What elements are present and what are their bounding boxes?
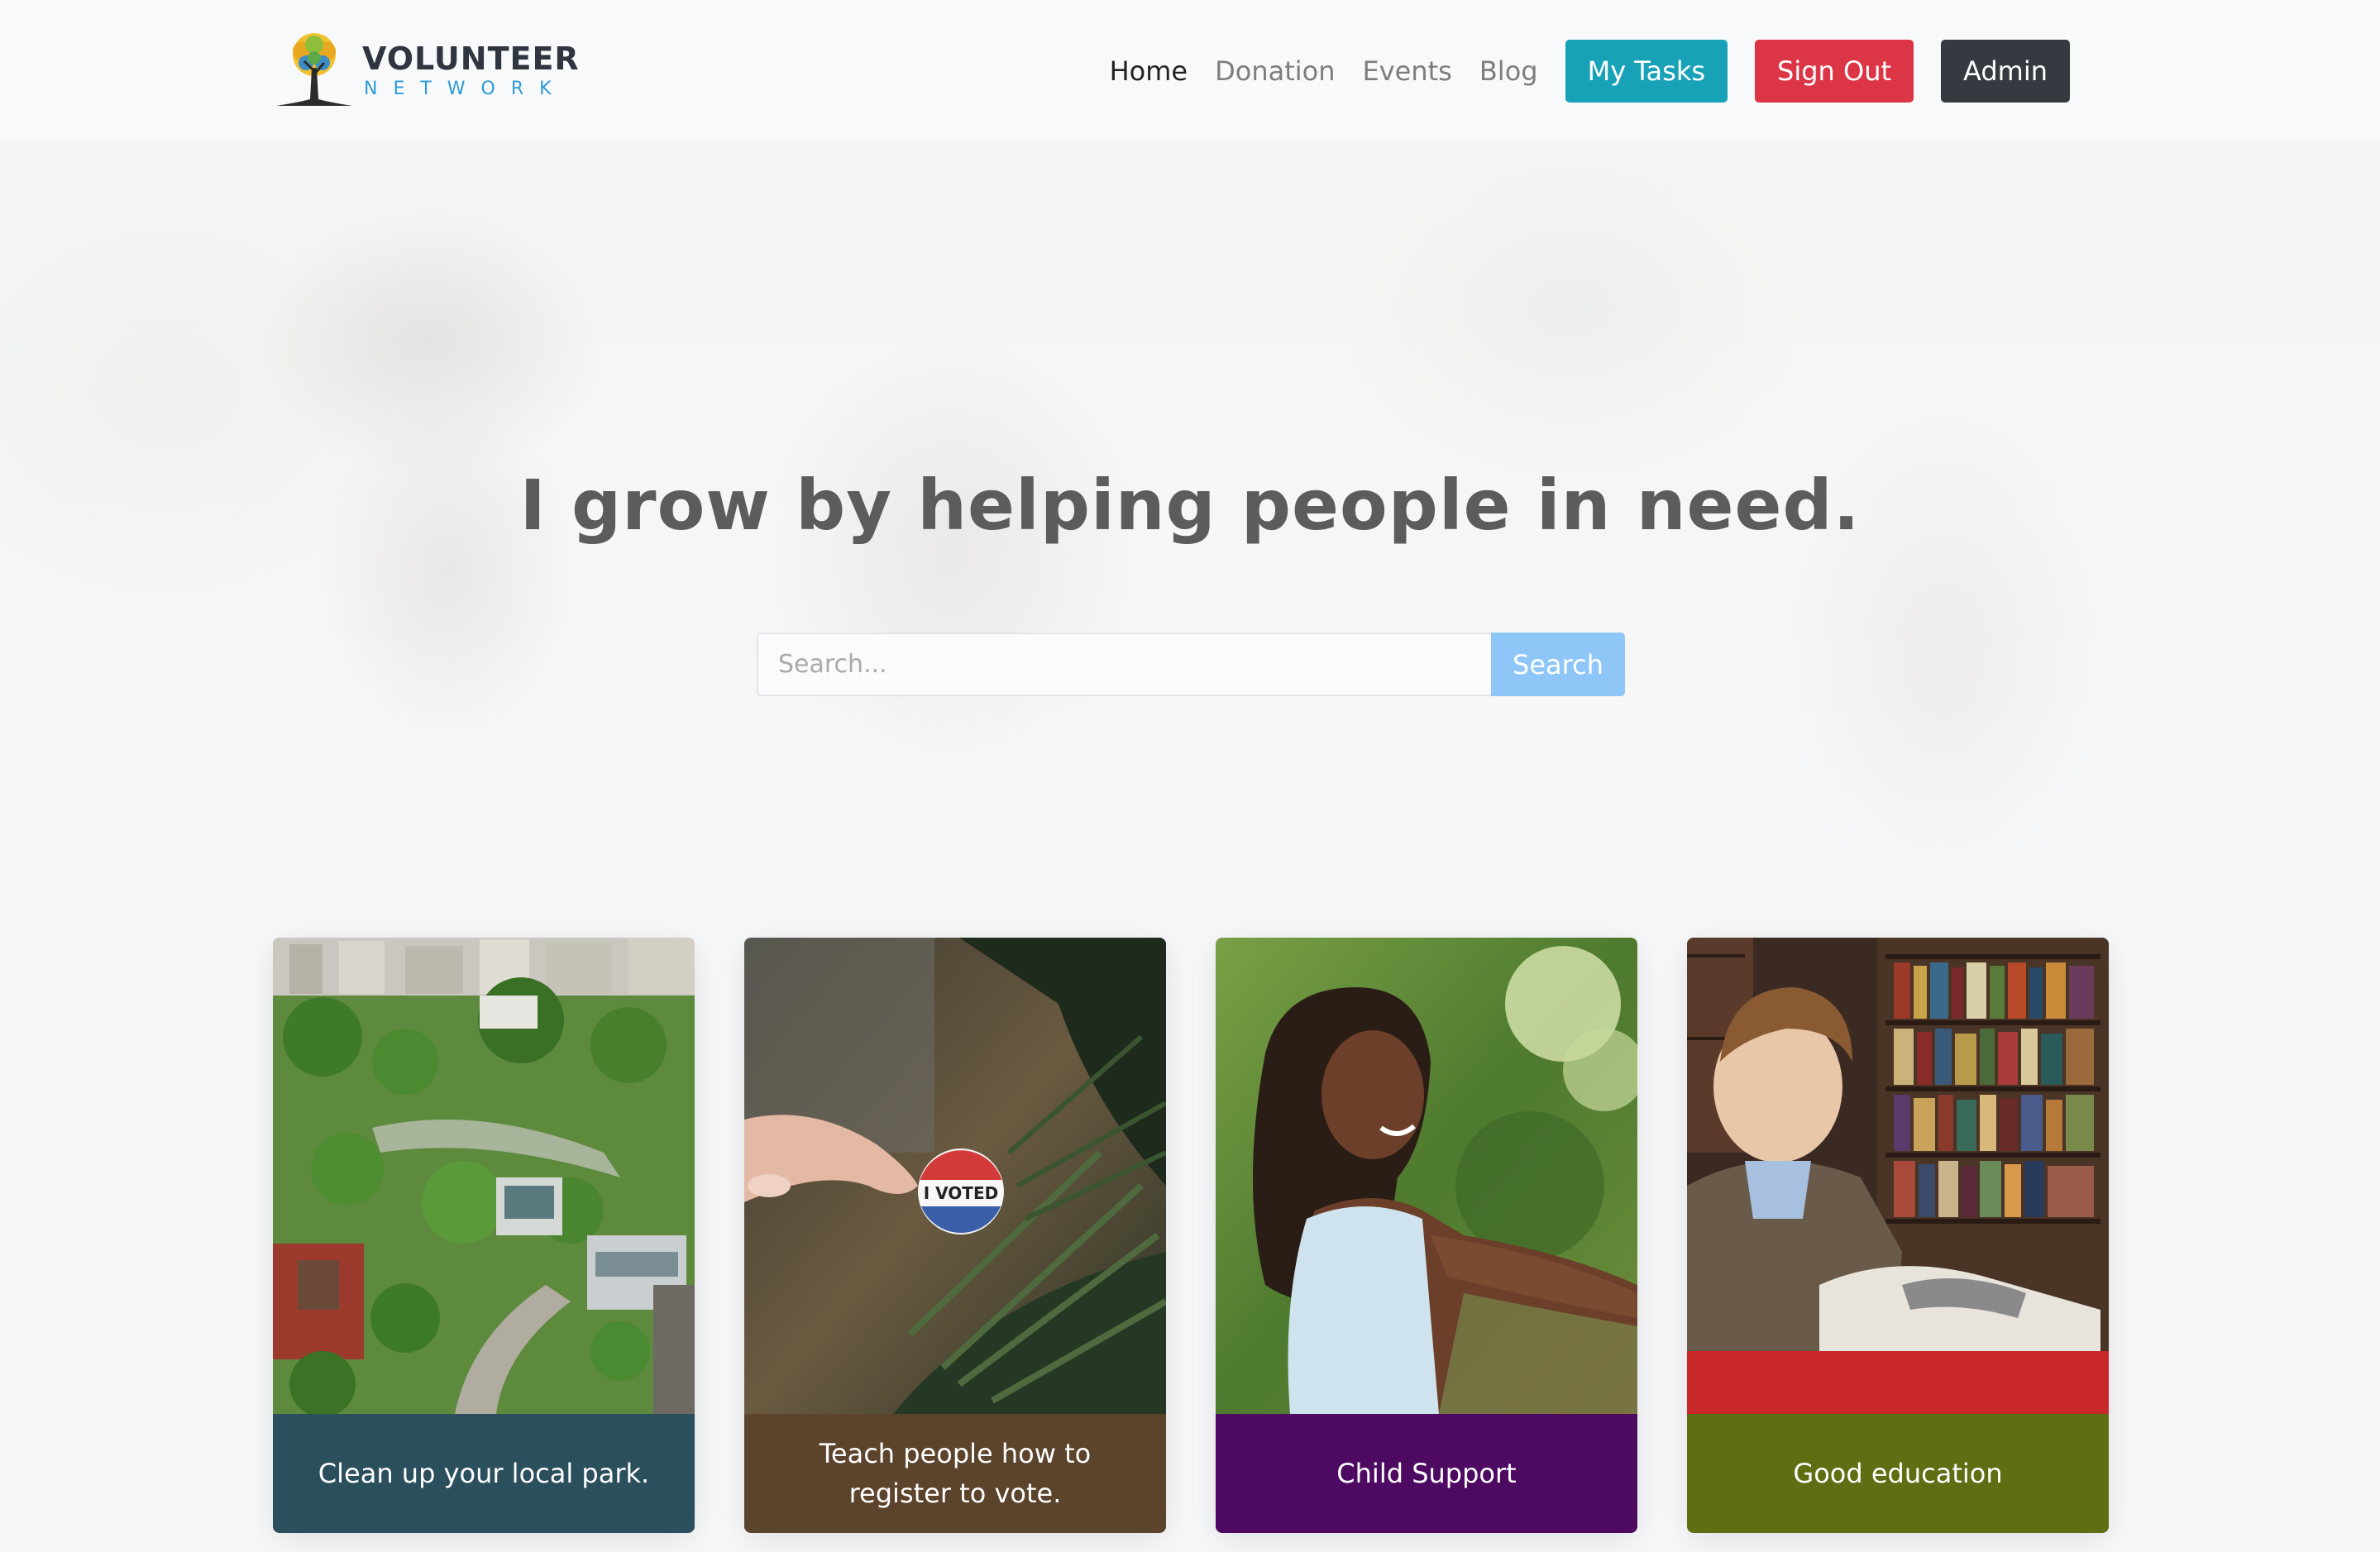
- brand-subtitle: NETWORK: [364, 79, 567, 99]
- hero-title: I grow by helping people in need.: [519, 465, 1861, 546]
- card-vote[interactable]: I VOTED Teach people how to register to …: [744, 938, 1166, 1533]
- nav-menu: Home Donation Events Blog My Tasks Sign …: [1110, 40, 2070, 103]
- park-image: [273, 938, 695, 1414]
- sign-out-button[interactable]: Sign Out: [1755, 40, 1914, 103]
- card-child-support[interactable]: Child Support: [1216, 938, 1637, 1533]
- search-bar: Search: [757, 633, 1625, 696]
- my-tasks-button[interactable]: My Tasks: [1565, 40, 1728, 103]
- hero-section: I grow by helping people in need. Search: [0, 142, 2380, 928]
- brand-logo[interactable]: VOLUNTEER NETWORK: [273, 26, 579, 116]
- voted-sticker-text: I VOTED: [924, 1183, 998, 1203]
- nav-link-home[interactable]: Home: [1110, 40, 1188, 103]
- boy-reading-image: [1687, 938, 2109, 1414]
- nav-link-donation[interactable]: Donation: [1215, 40, 1335, 103]
- brand-name: VOLUNTEER: [362, 41, 580, 77]
- card-caption: Child Support: [1216, 1414, 1637, 1533]
- tree-logo-icon: [276, 33, 352, 106]
- search-input[interactable]: [757, 633, 1491, 696]
- nav-link-blog[interactable]: Blog: [1479, 40, 1538, 103]
- card-caption: Good education: [1687, 1414, 2109, 1533]
- card-park[interactable]: Clean up your local park.: [273, 938, 695, 1533]
- search-button[interactable]: Search: [1491, 633, 1625, 696]
- admin-button[interactable]: Admin: [1941, 40, 2070, 103]
- navbar: VOLUNTEER NETWORK Home Donation Events B…: [0, 0, 2380, 142]
- smiling-girl-image: [1216, 938, 1637, 1414]
- nav-link-events[interactable]: Events: [1363, 40, 1452, 103]
- opportunity-cards: Clean up your local park. I VOTED Teach …: [273, 938, 2109, 1533]
- card-education[interactable]: Good education: [1687, 938, 2109, 1533]
- card-caption: Teach people how to register to vote.: [744, 1414, 1166, 1533]
- card-caption: Clean up your local park.: [273, 1414, 695, 1533]
- voted-sticker-image: I VOTED: [744, 938, 1166, 1414]
